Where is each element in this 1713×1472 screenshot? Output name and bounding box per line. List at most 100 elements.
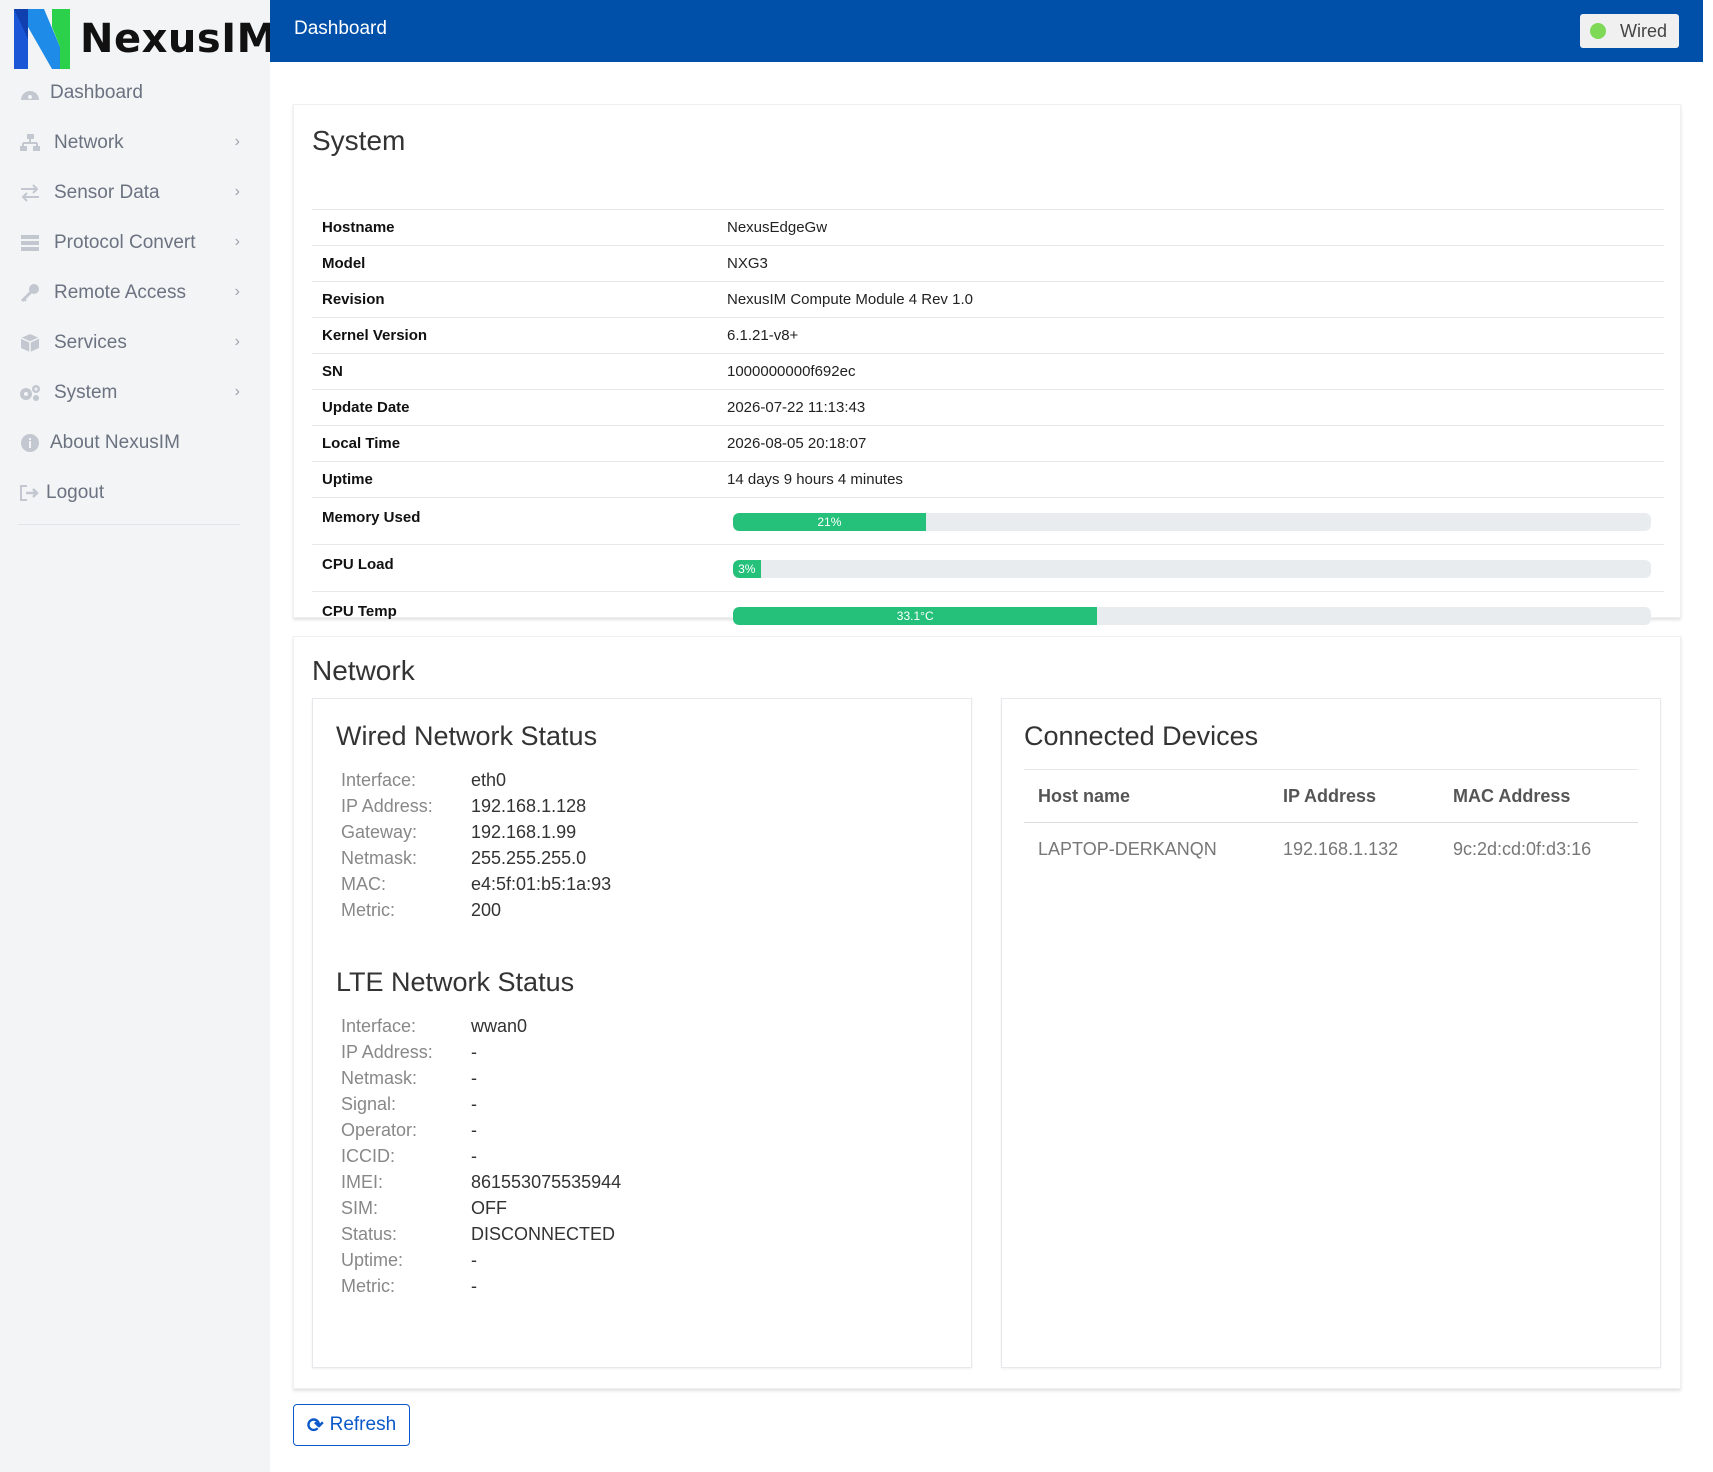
- sidebar-item-label: Protocol Convert: [54, 232, 196, 253]
- field-label: Netmask:: [341, 847, 418, 868]
- field-label: Uptime:: [341, 1249, 404, 1270]
- app-name: NexusIM: [80, 16, 277, 62]
- row-value: 1000000000f692ec: [727, 363, 856, 380]
- sidebar-item-label: Remote Access: [54, 282, 186, 303]
- field-value: -: [471, 1275, 477, 1296]
- refresh-button[interactable]: ⟳ Refresh: [293, 1404, 410, 1446]
- refresh-icon: ⟳: [306, 1414, 324, 1437]
- field-label: IP Address:: [341, 1041, 433, 1062]
- chevron-right-icon: ›: [234, 133, 240, 150]
- row-label: CPU Temp: [322, 603, 397, 620]
- field-label: Metric:: [341, 899, 395, 920]
- connection-label: Wired: [1619, 20, 1667, 41]
- table-row: SN 1000000000f692ec: [312, 353, 1664, 390]
- row-label: Update Date: [322, 399, 410, 416]
- device-mac: 9c:2d:cd:0f:d3:16: [1453, 838, 1592, 859]
- row-label: Hostname: [322, 219, 395, 236]
- list-item: Gateway: 192.168.1.99: [341, 819, 611, 845]
- list-item: Netmask: -: [341, 1065, 621, 1091]
- list-item: Uptime: -: [341, 1247, 621, 1273]
- connected-devices-panel: Connected Devices Host name IP Address M…: [1001, 698, 1661, 1368]
- list-item: IP Address: 192.168.1.128: [341, 793, 611, 819]
- field-label: Gateway:: [341, 821, 418, 842]
- chevron-right-icon: ›: [234, 183, 240, 200]
- row-label: Memory Used: [322, 509, 421, 526]
- cpu-temp-progress-fill: 33.1°C: [733, 607, 1098, 625]
- key-icon: [18, 283, 42, 303]
- row-value: NXG3: [727, 255, 768, 272]
- list-item: SIM: OFF: [341, 1195, 621, 1221]
- sidebar-item-remote-access[interactable]: Remote Access ›: [0, 268, 260, 318]
- sidebar-item-about[interactable]: About NexusIM: [0, 418, 260, 468]
- sidebar-item-label: Services: [54, 332, 127, 353]
- logo: NexusIM: [14, 8, 277, 70]
- top-bar: Dashboard Wired: [270, 0, 1703, 62]
- sidebar-item-label: About NexusIM: [50, 432, 180, 453]
- chevron-right-icon: ›: [234, 233, 240, 250]
- table-row[interactable]: LAPTOP-DERKANQN 192.168.1.132 9c:2d:cd:0…: [1024, 823, 1638, 876]
- sidebar-item-sensor-data[interactable]: Sensor Data ›: [0, 168, 260, 218]
- chevron-right-icon: ›: [234, 383, 240, 400]
- system-card: System Hostname NexusEdgeGw Model NXG3 Rev…: [293, 104, 1681, 625]
- sidebar-divider: [18, 524, 240, 525]
- field-label: Interface:: [341, 769, 417, 790]
- sidebar-nav: Dashboard Network › Sensor Data › Protoc…: [0, 68, 260, 525]
- field-label: Operator:: [341, 1119, 418, 1140]
- row-label: Model: [322, 255, 366, 272]
- field-value: eth0: [471, 769, 507, 790]
- row-label: Local Time: [322, 435, 401, 452]
- lte-status-list: Interface: wwan0 IP Address: - Netmask: - S…: [341, 1013, 621, 1299]
- field-value: 255.255.255.0: [471, 847, 587, 868]
- sidebar: NexusIM Dashboard Network › Sensor Data …: [0, 0, 276, 1472]
- chevron-right-icon: ›: [234, 333, 240, 350]
- field-value: wwan0: [471, 1015, 528, 1036]
- list-item: IP Address: -: [341, 1039, 621, 1065]
- column-header: Host name: [1024, 769, 1269, 823]
- memory-progress-fill: 21%: [733, 513, 926, 531]
- sidebar-item-dashboard[interactable]: Dashboard: [0, 68, 260, 118]
- field-value: -: [471, 1093, 477, 1114]
- row-value: 14 days 9 hours 4 minutes: [727, 471, 903, 488]
- table-row: Local Time 2026-08-05 20:18:07: [312, 425, 1664, 462]
- sidebar-item-services[interactable]: Services ›: [0, 318, 260, 368]
- field-value: 192.168.1.99: [471, 821, 577, 842]
- status-dot-icon: [1589, 23, 1606, 39]
- list-icon: [18, 233, 42, 253]
- list-item: MAC: e4:5f:01:b5:1a:93: [341, 871, 611, 897]
- list-item: ICCID: -: [341, 1143, 621, 1169]
- row-value: NexusEdgeGw: [727, 219, 828, 236]
- list-item: Signal: -: [341, 1091, 621, 1117]
- table-row: Uptime 14 days 9 hours 4 minutes: [312, 461, 1664, 498]
- field-label: Interface:: [341, 1015, 417, 1036]
- memory-progress-bar: 21%: [733, 513, 1651, 531]
- table-row: Update Date 2026-07-22 11:13:43: [312, 389, 1664, 426]
- memory-row: Memory Used 21%: [312, 497, 1664, 545]
- row-value: 6.1.21-v8+: [727, 327, 799, 344]
- field-value: e4:5f:01:b5:1a:93: [471, 873, 612, 894]
- field-label: Signal:: [341, 1093, 397, 1114]
- network-icon: [18, 133, 42, 153]
- field-label: IP Address:: [341, 795, 433, 816]
- sidebar-item-network[interactable]: Network ›: [0, 118, 260, 168]
- sidebar-item-logout[interactable]: Logout: [0, 468, 260, 518]
- list-item: Metric: -: [341, 1273, 621, 1299]
- exchange-icon: [18, 183, 42, 203]
- cpu-temp-row: CPU Temp 33.1°C: [312, 591, 1664, 639]
- cpu-load-progress-fill: 3%: [733, 560, 761, 578]
- sidebar-item-protocol-convert[interactable]: Protocol Convert ›: [0, 218, 260, 268]
- network-card: Network Wired Network Status Interface: e…: [293, 636, 1681, 1389]
- sidebar-item-label: Sensor Data: [54, 182, 160, 203]
- row-value: 2026-07-22 11:13:43: [727, 399, 866, 416]
- page-title: Dashboard: [294, 18, 387, 39]
- row-label: Uptime: [322, 471, 373, 488]
- field-value: -: [471, 1145, 477, 1166]
- device-hostname: LAPTOP-DERKANQN: [1038, 838, 1217, 859]
- connection-status-badge[interactable]: Wired: [1579, 14, 1679, 48]
- table-row: Hostname NexusEdgeGw: [312, 209, 1664, 246]
- field-value: DISCONNECTED: [471, 1223, 616, 1244]
- list-item: Operator: -: [341, 1117, 621, 1143]
- list-item: Status: DISCONNECTED: [341, 1221, 621, 1247]
- cpu-temp-progress-bar: 33.1°C: [733, 607, 1651, 625]
- sidebar-item-system[interactable]: System ›: [0, 368, 260, 418]
- field-value: -: [471, 1119, 477, 1140]
